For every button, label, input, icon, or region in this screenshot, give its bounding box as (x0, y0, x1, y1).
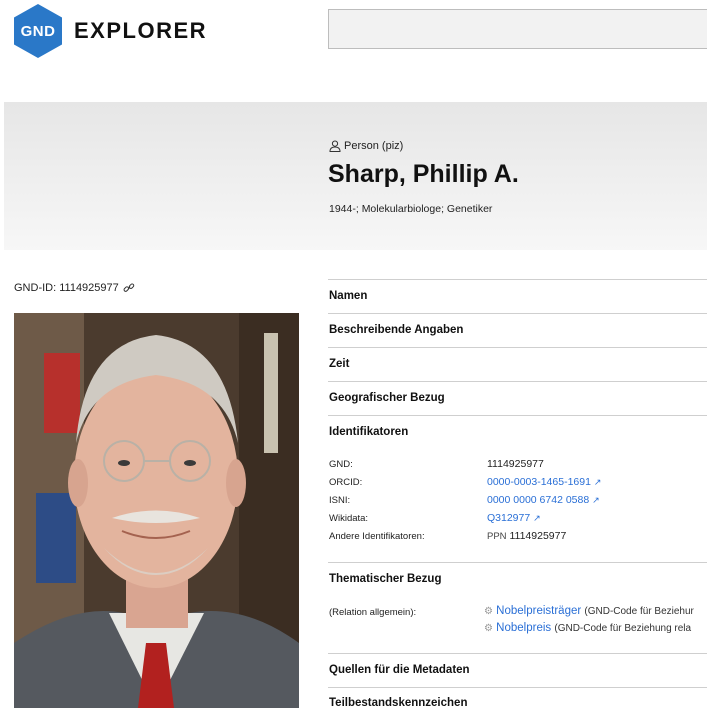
divider (328, 687, 707, 688)
relation-code: (GND-Code für Beziehur (584, 606, 694, 617)
entity-subtitle: 1944-; Molekularbiologe; Genetiker (329, 203, 493, 215)
orcid-value[interactable]: 0000-0003-1465-1691 (487, 476, 591, 488)
relation-link[interactable]: Nobelpreisträger (496, 605, 581, 617)
gnd-id-text: GND-ID: 1114925977 (14, 282, 119, 294)
gear-icon: ⚙ (484, 606, 493, 617)
section-thematischer-bezug[interactable]: Thematischer Bezug (329, 573, 441, 585)
identifier-gnd-label: GND: (329, 459, 353, 470)
relation-item[interactable]: ⚙ Nobelpreis (GND-Code für Beziehung rel… (484, 622, 707, 634)
divider (328, 313, 707, 314)
section-geografischer-bezug[interactable]: Geografischer Bezug (329, 392, 445, 404)
entity-type: Person (piz) (329, 140, 403, 152)
divider (328, 347, 707, 348)
external-link-icon: ↗ (533, 513, 541, 523)
relation-label: (Relation allgemein): (329, 607, 417, 618)
logo-hexagon: GND (14, 4, 62, 58)
divider (328, 562, 707, 563)
gear-icon: ⚙ (484, 623, 493, 634)
identifier-isni-label: ISNI: (329, 495, 351, 506)
ppn-value: 1114925977 (509, 530, 567, 542)
wikidata-value[interactable]: Q312977 (487, 512, 530, 524)
identifier-other-label: Andere Identifikatoren: (329, 531, 425, 542)
ppn-prefix: PPN (487, 531, 507, 542)
divider (328, 653, 707, 654)
section-namen[interactable]: Namen (329, 290, 367, 302)
search-input[interactable] (328, 9, 707, 49)
isni-value[interactable]: 0000 0000 6742 0588 (487, 494, 589, 506)
link-icon[interactable] (123, 283, 135, 293)
relation-item[interactable]: ⚙ Nobelpreisträger (GND-Code für Beziehu… (484, 605, 707, 617)
section-teilbestandskennzeichen[interactable]: Teilbestandskennzeichen (329, 697, 467, 709)
relation-code: (GND-Code für Beziehung rela (554, 623, 692, 634)
person-icon (329, 140, 341, 152)
section-beschreibende-angaben[interactable]: Beschreibende Angaben (329, 324, 463, 336)
gnd-id: GND-ID: 1114925977 (14, 282, 135, 294)
divider (328, 415, 707, 416)
external-link-icon: ↗ (592, 495, 600, 505)
divider (328, 381, 707, 382)
external-link-icon: ↗ (593, 477, 602, 487)
section-quellen[interactable]: Quellen für die Metadaten (329, 664, 470, 676)
identifier-orcid-label: ORCID: (329, 477, 363, 488)
section-identifikatoren[interactable]: Identifikatoren (329, 426, 408, 438)
identifier-orcid-link[interactable]: 0000-0003-1465-1691 ↗ (487, 476, 601, 488)
identifier-wikidata-label: Wikidata: (329, 513, 369, 524)
identifier-isni-link[interactable]: 0000 0000 6742 0588 ↗ (487, 494, 600, 506)
identifier-wikidata-link[interactable]: Q312977 ↗ (487, 512, 541, 524)
page-title: Sharp, Phillip A. (328, 160, 519, 188)
divider (328, 279, 707, 280)
logo-text: EXPLORER (74, 18, 208, 43)
identifier-other-value: PPN 1114925977 (487, 530, 566, 542)
gnd-explorer-logo[interactable]: GND EXPLORER (14, 4, 207, 58)
section-zeit[interactable]: Zeit (329, 358, 349, 370)
relation-link[interactable]: Nobelpreis (496, 622, 551, 634)
entity-type-label: Person (piz) (344, 140, 404, 152)
person-portrait (14, 313, 299, 708)
logo-mark: GND (20, 22, 56, 40)
identifier-gnd-value: 1114925977 (487, 458, 544, 470)
